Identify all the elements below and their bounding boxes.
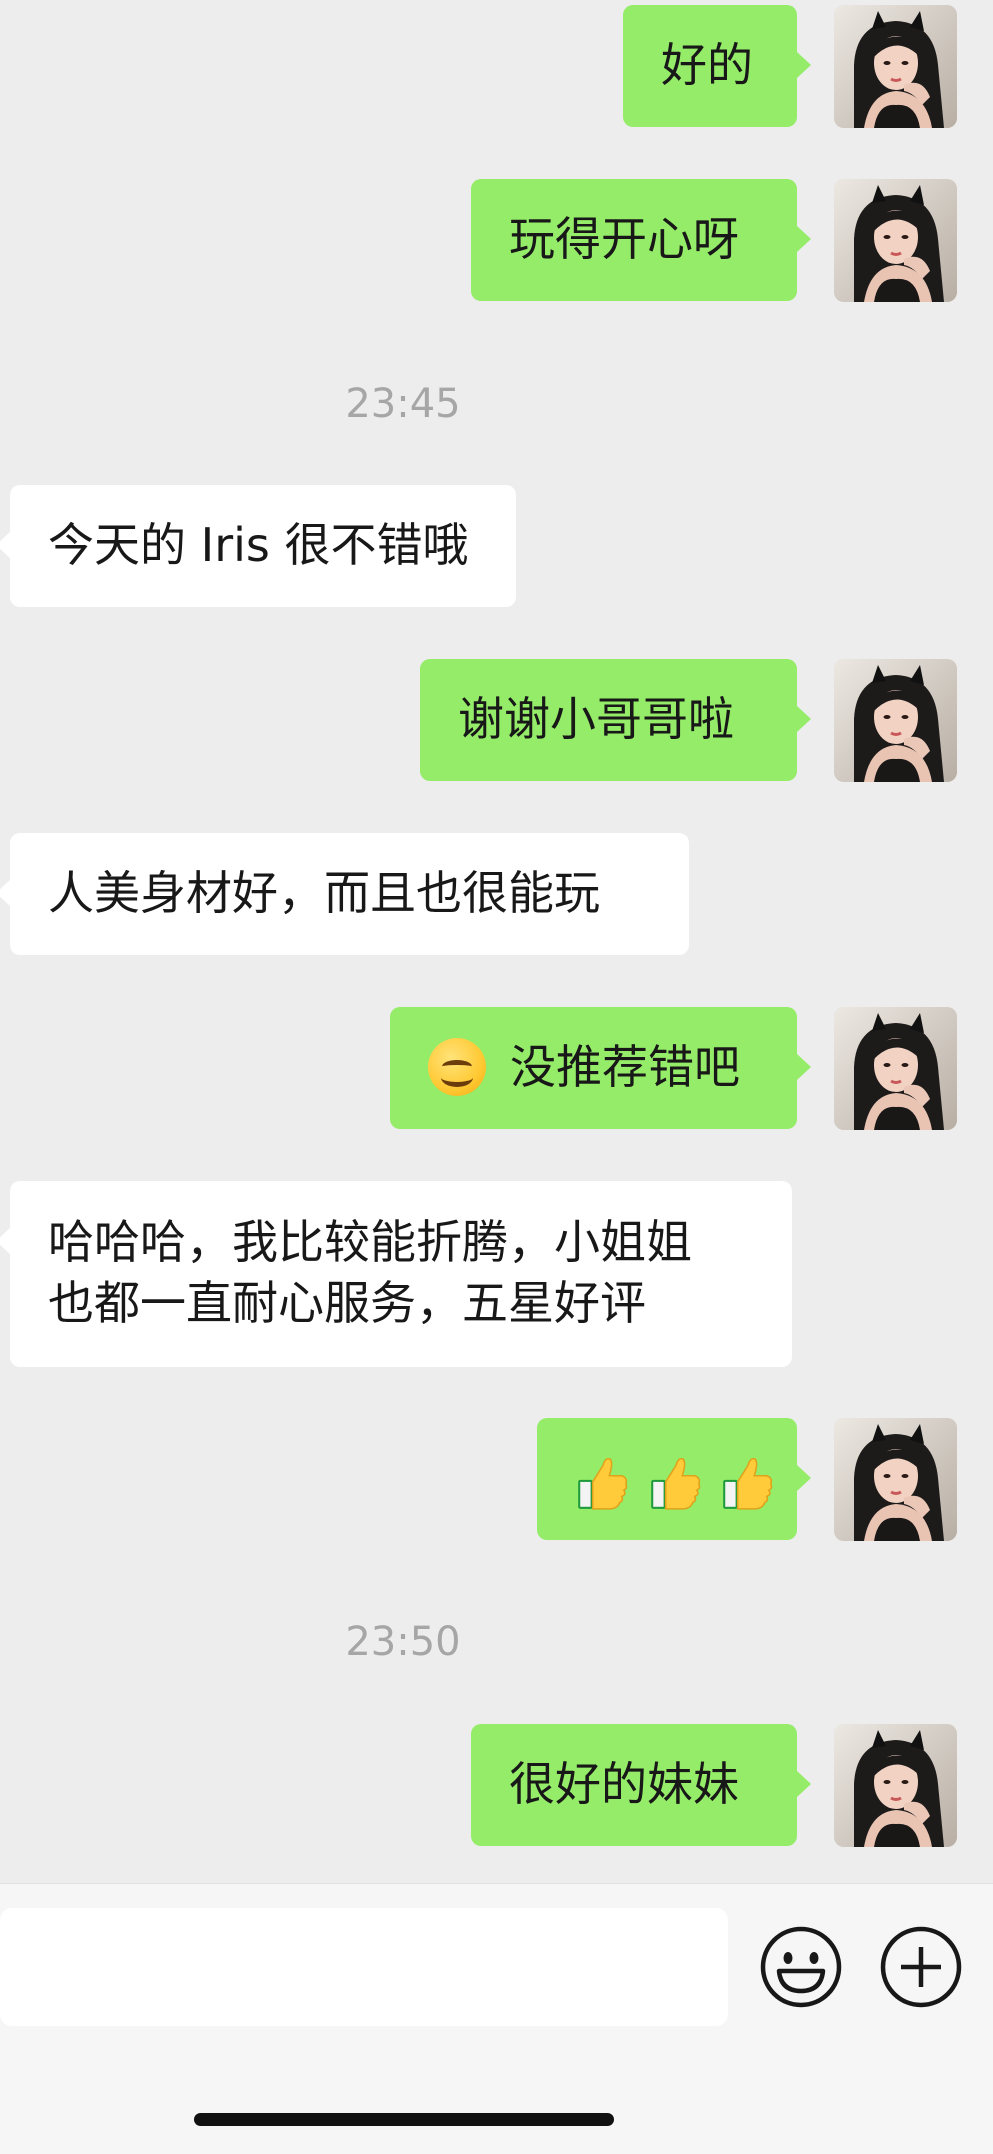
avatar[interactable] [834,1418,957,1541]
outgoing-message-bubble[interactable]: 没推荐错吧 [390,1007,811,1129]
message-text: 很好的妹妹 [509,1757,739,1811]
incoming-message-bubble[interactable]: 哈哈哈，我比较能折腾，小姐姐 也都一直耐心服务，五星好评 [0,1181,792,1367]
incoming-message-bubble[interactable]: 人美身材好，而且也很能玩 [0,833,689,955]
avatar[interactable] [834,179,957,302]
outgoing-message-bubble[interactable] [537,1418,811,1540]
plus-circle-icon[interactable] [879,1925,963,2009]
message-text: 人美身材好，而且也很能玩 [48,866,600,920]
thumbs-up-icon [573,1455,631,1513]
incoming-message-bubble[interactable]: 今天的 Iris 很不错哦 [0,485,516,607]
thumbs-up-icon [718,1455,776,1513]
message-text: 玩得开心呀 [509,212,739,266]
outgoing-message-bubble[interactable]: 很好的妹妹 [471,1724,811,1846]
message-text-line: 哈哈哈，我比较能折腾，小姐姐 [48,1215,692,1269]
avatar[interactable] [834,659,957,782]
avatar[interactable] [834,1007,957,1130]
chat-area[interactable]: 好的 玩得开心呀 23:45 今天的 Iris 很不错哦 谢谢小哥哥啦 人美身材… [0,0,993,1883]
message-text: 谢谢小哥哥啦 [458,692,734,746]
message-text: 好的 [661,38,753,92]
message-text: 今天的 Iris 很不错哦 [48,518,469,572]
outgoing-message-bubble[interactable]: 谢谢小哥哥啦 [420,659,811,781]
avatar[interactable] [834,1724,957,1847]
timestamp: 23:50 [345,1619,461,1665]
message-input[interactable] [0,1908,728,2026]
avatar[interactable] [834,5,957,128]
input-toolbar [0,1883,993,2154]
home-indicator[interactable] [194,2113,614,2126]
timestamp: 23:45 [345,381,461,427]
outgoing-message-bubble[interactable]: 好的 [623,5,811,127]
message-text-line: 也都一直耐心服务，五星好评 [48,1276,646,1330]
smile-emoji-icon [428,1037,486,1096]
message-text: 没推荐错吧 [510,1040,740,1094]
thumbs-up-icon [646,1455,704,1513]
outgoing-message-bubble[interactable]: 玩得开心呀 [471,179,811,301]
emoji-smile-icon[interactable] [759,1925,843,2009]
